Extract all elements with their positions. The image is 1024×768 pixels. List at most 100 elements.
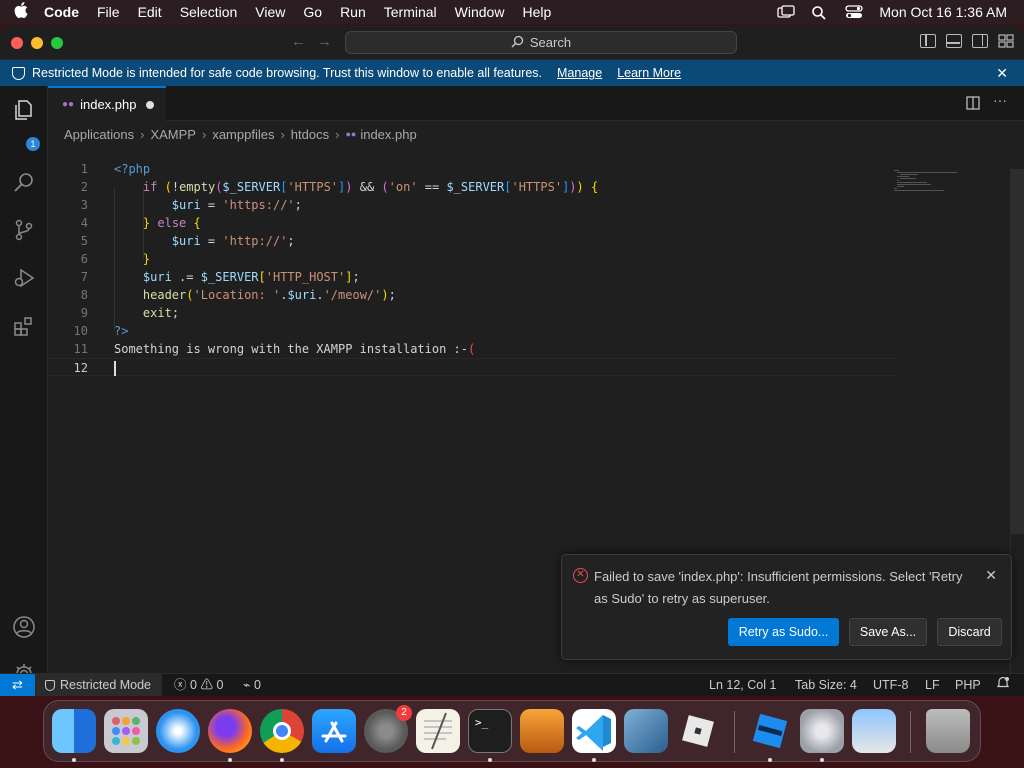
- extensions-icon[interactable]: [12, 314, 36, 338]
- forward-arrow-icon[interactable]: →: [317, 33, 332, 50]
- menubar-clock[interactable]: Mon Oct 16 1:36 AM: [879, 4, 1007, 20]
- chevron-right-icon: ›: [140, 126, 145, 142]
- end-of-line[interactable]: LF: [925, 674, 940, 696]
- chevron-right-icon: ›: [280, 126, 285, 142]
- restricted-mode-label: Restricted Mode: [60, 678, 152, 692]
- apple-icon[interactable]: [0, 2, 42, 22]
- code-line: $uri = 'http://';: [171, 234, 295, 248]
- shield-icon: [12, 66, 25, 80]
- minimap[interactable]: [894, 170, 964, 210]
- menu-help[interactable]: Help: [513, 4, 560, 20]
- line-number: 4: [80, 216, 88, 230]
- close-notification-icon[interactable]: ✕: [985, 567, 997, 584]
- notifications-bell-icon[interactable]: [996, 674, 1010, 696]
- unsaved-dot-icon[interactable]: [146, 101, 154, 109]
- back-arrow-icon[interactable]: ←: [291, 33, 306, 50]
- ports-status[interactable]: ⌁ 0: [243, 674, 261, 696]
- chevron-right-icon: ›: [201, 126, 207, 142]
- code-line: }: [142, 252, 151, 266]
- split-editor-icon[interactable]: [966, 96, 980, 113]
- menu-file[interactable]: File: [88, 4, 129, 20]
- search-view-icon[interactable]: [12, 170, 36, 194]
- menu-code[interactable]: Code: [42, 4, 88, 20]
- vscode-icon[interactable]: [572, 709, 616, 753]
- encoding[interactable]: UTF-8: [873, 674, 908, 696]
- error-notification: ✕ Failed to save 'index.php': Insufficie…: [561, 554, 1012, 660]
- garageband-icon[interactable]: [520, 709, 564, 753]
- tab-size[interactable]: Tab Size: 4: [795, 674, 857, 696]
- chrome-icon[interactable]: [260, 709, 304, 753]
- language-mode[interactable]: PHP: [955, 674, 981, 696]
- system-settings-icon[interactable]: 2: [364, 705, 412, 753]
- title-bar: ← → Search: [0, 26, 1024, 60]
- code-line: <?php: [114, 162, 151, 176]
- breadcrumb-item[interactable]: Applications: [64, 127, 134, 142]
- restricted-mode-status[interactable]: Restricted Mode: [35, 674, 162, 696]
- shield-icon: [45, 679, 55, 691]
- manage-link[interactable]: Manage: [557, 66, 602, 80]
- problems-status[interactable]: ⓧ 0 ⚠ 0: [174, 674, 223, 696]
- status-bar: ⇄ Restricted Mode ⓧ 0 ⚠ 0 ⌁ 0 Ln 12, Col…: [0, 673, 1024, 696]
- command-center-search[interactable]: Search: [345, 31, 737, 54]
- explorer-icon[interactable]: [12, 98, 36, 122]
- breadcrumb-item[interactable]: xamppfiles: [212, 127, 274, 142]
- control-center-icon[interactable]: [845, 5, 864, 19]
- virtualbox-icon[interactable]: [624, 709, 668, 753]
- close-banner-icon[interactable]: ✕: [996, 65, 1008, 82]
- customize-layout-icon[interactable]: [998, 34, 1014, 48]
- toggle-panel-icon[interactable]: [946, 34, 962, 48]
- save-as-button[interactable]: Save As...: [849, 618, 927, 646]
- roblox-studio-icon[interactable]: [748, 709, 792, 753]
- explorer-badge: 1: [26, 137, 40, 151]
- breadcrumb-item[interactable]: index.php: [360, 127, 416, 142]
- menu-window[interactable]: Window: [446, 4, 514, 20]
- tab-index-php[interactable]: ●● index.php: [48, 86, 166, 121]
- retry-as-sudo-button[interactable]: Retry as Sudo...: [728, 618, 839, 646]
- macos-dock: 2 >_: [43, 700, 981, 762]
- code-line: header('Location: '.$uri.'/meow/');: [142, 288, 396, 302]
- preview-icon[interactable]: [852, 709, 896, 753]
- trash-icon[interactable]: [926, 709, 970, 753]
- menu-terminal[interactable]: Terminal: [375, 4, 446, 20]
- toggle-primary-sidebar-icon[interactable]: [920, 34, 936, 48]
- firefox-icon[interactable]: [208, 709, 252, 753]
- terminal-icon[interactable]: >_: [468, 709, 512, 753]
- zoom-window-button[interactable]: [51, 37, 63, 49]
- code-line: $uri .= $_SERVER['HTTP_HOST'];: [142, 270, 360, 284]
- textedit-icon[interactable]: [416, 709, 460, 753]
- menu-view[interactable]: View: [246, 4, 294, 20]
- accounts-icon[interactable]: [12, 615, 36, 639]
- app-store-icon[interactable]: [312, 709, 356, 753]
- notification-message: Failed to save 'index.php': Insufficient…: [594, 569, 963, 606]
- toggle-secondary-sidebar-icon[interactable]: [972, 34, 988, 48]
- spotlight-search-icon[interactable]: [811, 5, 829, 20]
- launchpad-icon[interactable]: [104, 709, 148, 753]
- cursor-position[interactable]: Ln 12, Col 1: [709, 674, 776, 696]
- finder-icon[interactable]: [52, 709, 96, 753]
- run-and-debug-icon[interactable]: [12, 266, 36, 290]
- scrollbar-thumb[interactable]: [1010, 169, 1024, 534]
- close-window-button[interactable]: [11, 37, 23, 49]
- breadcrumb-item[interactable]: XAMPP: [150, 127, 196, 142]
- minimize-window-button[interactable]: [31, 37, 43, 49]
- screen-mirroring-icon[interactable]: [777, 5, 796, 19]
- restricted-mode-banner: Restricted Mode is intended for safe cod…: [0, 60, 1024, 86]
- learn-more-link[interactable]: Learn More: [617, 66, 681, 80]
- menu-edit[interactable]: Edit: [129, 4, 171, 20]
- menu-go[interactable]: Go: [294, 4, 331, 20]
- discard-button[interactable]: Discard: [937, 618, 1002, 646]
- line-number: 12: [73, 361, 88, 375]
- roblox-icon[interactable]: [676, 709, 720, 753]
- warning-count: 0: [216, 678, 224, 692]
- remote-indicator-icon[interactable]: ⇄: [0, 674, 35, 696]
- more-actions-icon[interactable]: ···: [993, 92, 1007, 108]
- breadcrumb-item[interactable]: htdocs: [291, 127, 329, 142]
- warning-icon: ⚠: [200, 678, 213, 692]
- safari-icon[interactable]: [156, 709, 200, 753]
- menu-selection[interactable]: Selection: [171, 4, 247, 20]
- system-preferences-icon[interactable]: [800, 709, 844, 753]
- menu-run[interactable]: Run: [331, 4, 375, 20]
- code-line: exit;: [142, 306, 180, 320]
- source-control-icon[interactable]: [12, 218, 36, 242]
- code-line: $uri = 'https://';: [171, 198, 302, 212]
